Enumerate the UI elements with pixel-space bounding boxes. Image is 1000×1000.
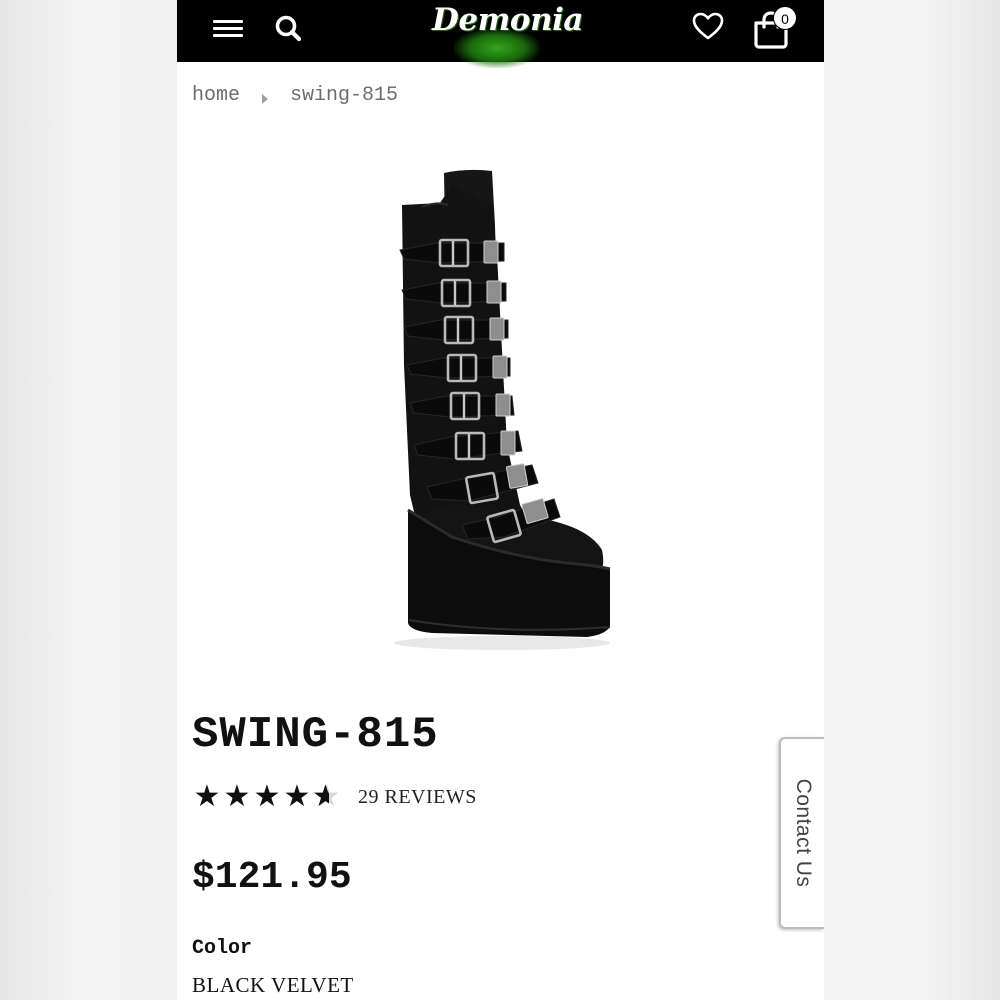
search-icon[interactable] <box>272 12 306 46</box>
product-image[interactable] <box>392 165 622 655</box>
hamburger-icon[interactable] <box>213 17 243 41</box>
product-rating[interactable]: ★ ★ ★ ★ ★ ★ 29 REVIEWS <box>192 782 477 812</box>
contact-us-label: Contact Us <box>791 778 815 888</box>
brand-name: Demonia <box>432 2 584 38</box>
breadcrumb-current: swing-815 <box>290 84 399 107</box>
color-value: BLACK VELVET <box>192 973 354 997</box>
product-price: $121.95 <box>192 856 352 899</box>
breadcrumb-separator-icon <box>262 93 269 104</box>
breadcrumb: home swing-815 <box>192 84 398 107</box>
brand-logo[interactable]: Demonia <box>432 0 584 70</box>
star-icon: ★ <box>223 779 251 814</box>
star-icon: ★ <box>253 779 281 814</box>
contact-us-tab[interactable]: Contact Us <box>779 737 824 929</box>
heart-icon[interactable] <box>691 9 725 43</box>
shopping-bag-icon[interactable]: 0 <box>753 6 805 50</box>
mobile-page: Demonia 0 home swing-815 SWING-815 ★ ★ ★… <box>177 0 824 1000</box>
reviews-link[interactable]: 29 REVIEWS <box>358 786 477 809</box>
half-star-icon: ★ ★ <box>312 779 341 814</box>
product-title: SWING-815 <box>192 710 439 760</box>
star-icon: ★ <box>193 779 221 814</box>
color-label: Color <box>192 937 253 960</box>
top-navigation-bar: Demonia 0 <box>177 0 824 68</box>
star-rating: ★ ★ ★ ★ ★ ★ <box>192 782 342 812</box>
cart-count-badge: 0 <box>773 6 797 30</box>
breadcrumb-home-link[interactable]: home <box>192 84 240 107</box>
star-icon: ★ <box>283 779 311 814</box>
